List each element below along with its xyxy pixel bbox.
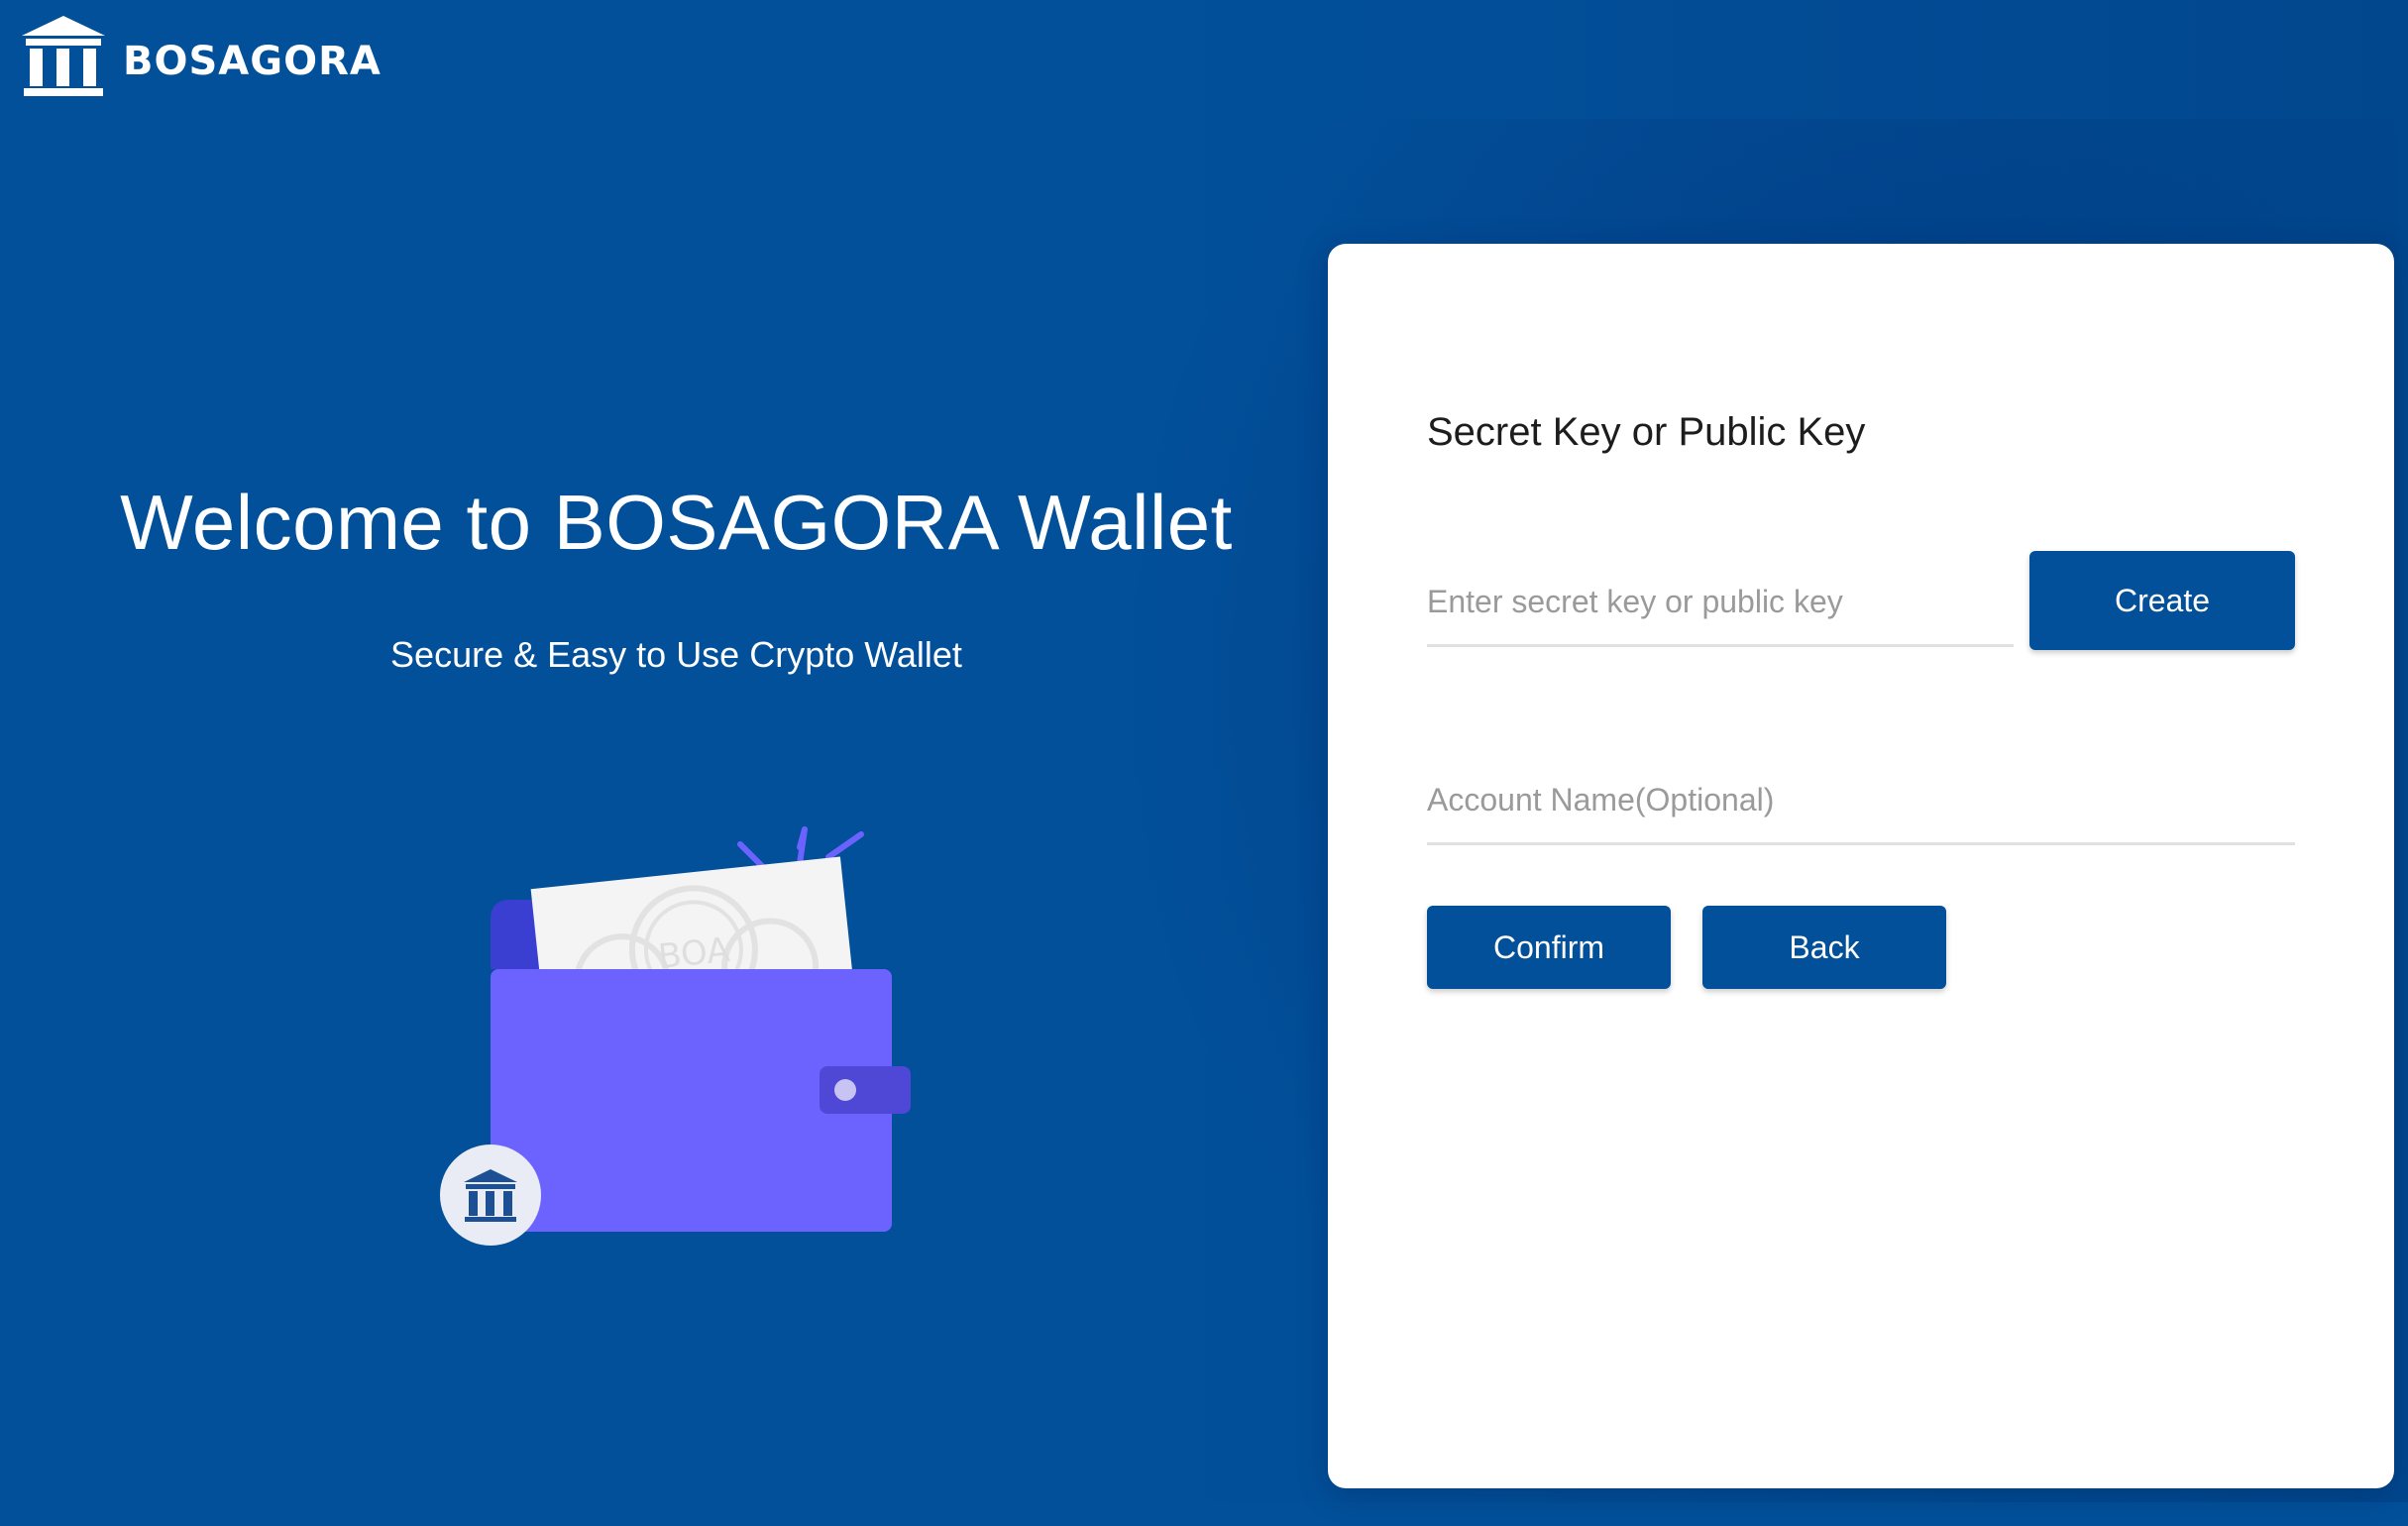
brand-logo[interactable]: BOSAGORA <box>22 16 382 97</box>
wallet-flap <box>491 900 540 969</box>
page-title: Welcome to BOSAGORA Wallet <box>120 479 1233 566</box>
back-button[interactable]: Back <box>1702 906 1946 989</box>
page-subtitle: Secure & Easy to Use Crypto Wallet <box>390 634 962 675</box>
bank-building-icon <box>22 16 105 96</box>
clasp-button <box>834 1079 856 1101</box>
confirm-button[interactable]: Confirm <box>1427 906 1671 989</box>
brand-name: BOSAGORA <box>123 39 382 84</box>
form-title: Secret Key or Public Key <box>1427 410 1866 454</box>
wallet-clasp <box>820 1066 911 1114</box>
sparkle-line <box>825 831 864 860</box>
secret-key-input[interactable] <box>1427 559 2014 647</box>
account-name-input[interactable] <box>1427 757 2295 845</box>
key-entry-card: Secret Key or Public Key Create Confirm … <box>1328 244 2394 1488</box>
create-button[interactable]: Create <box>2029 551 2295 650</box>
wallet-illustration: BOA <box>440 826 911 1246</box>
